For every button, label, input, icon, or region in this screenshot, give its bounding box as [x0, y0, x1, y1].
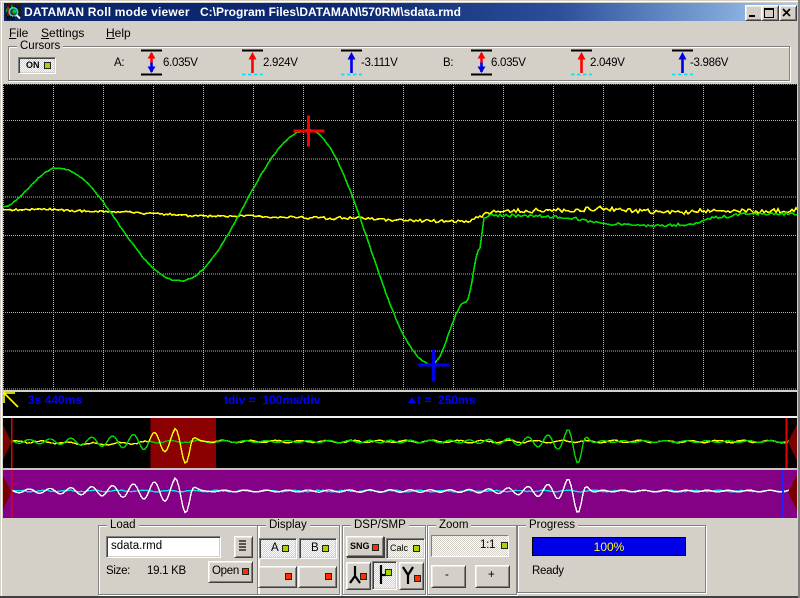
svg-text:RM: RM — [7, 16, 15, 20]
